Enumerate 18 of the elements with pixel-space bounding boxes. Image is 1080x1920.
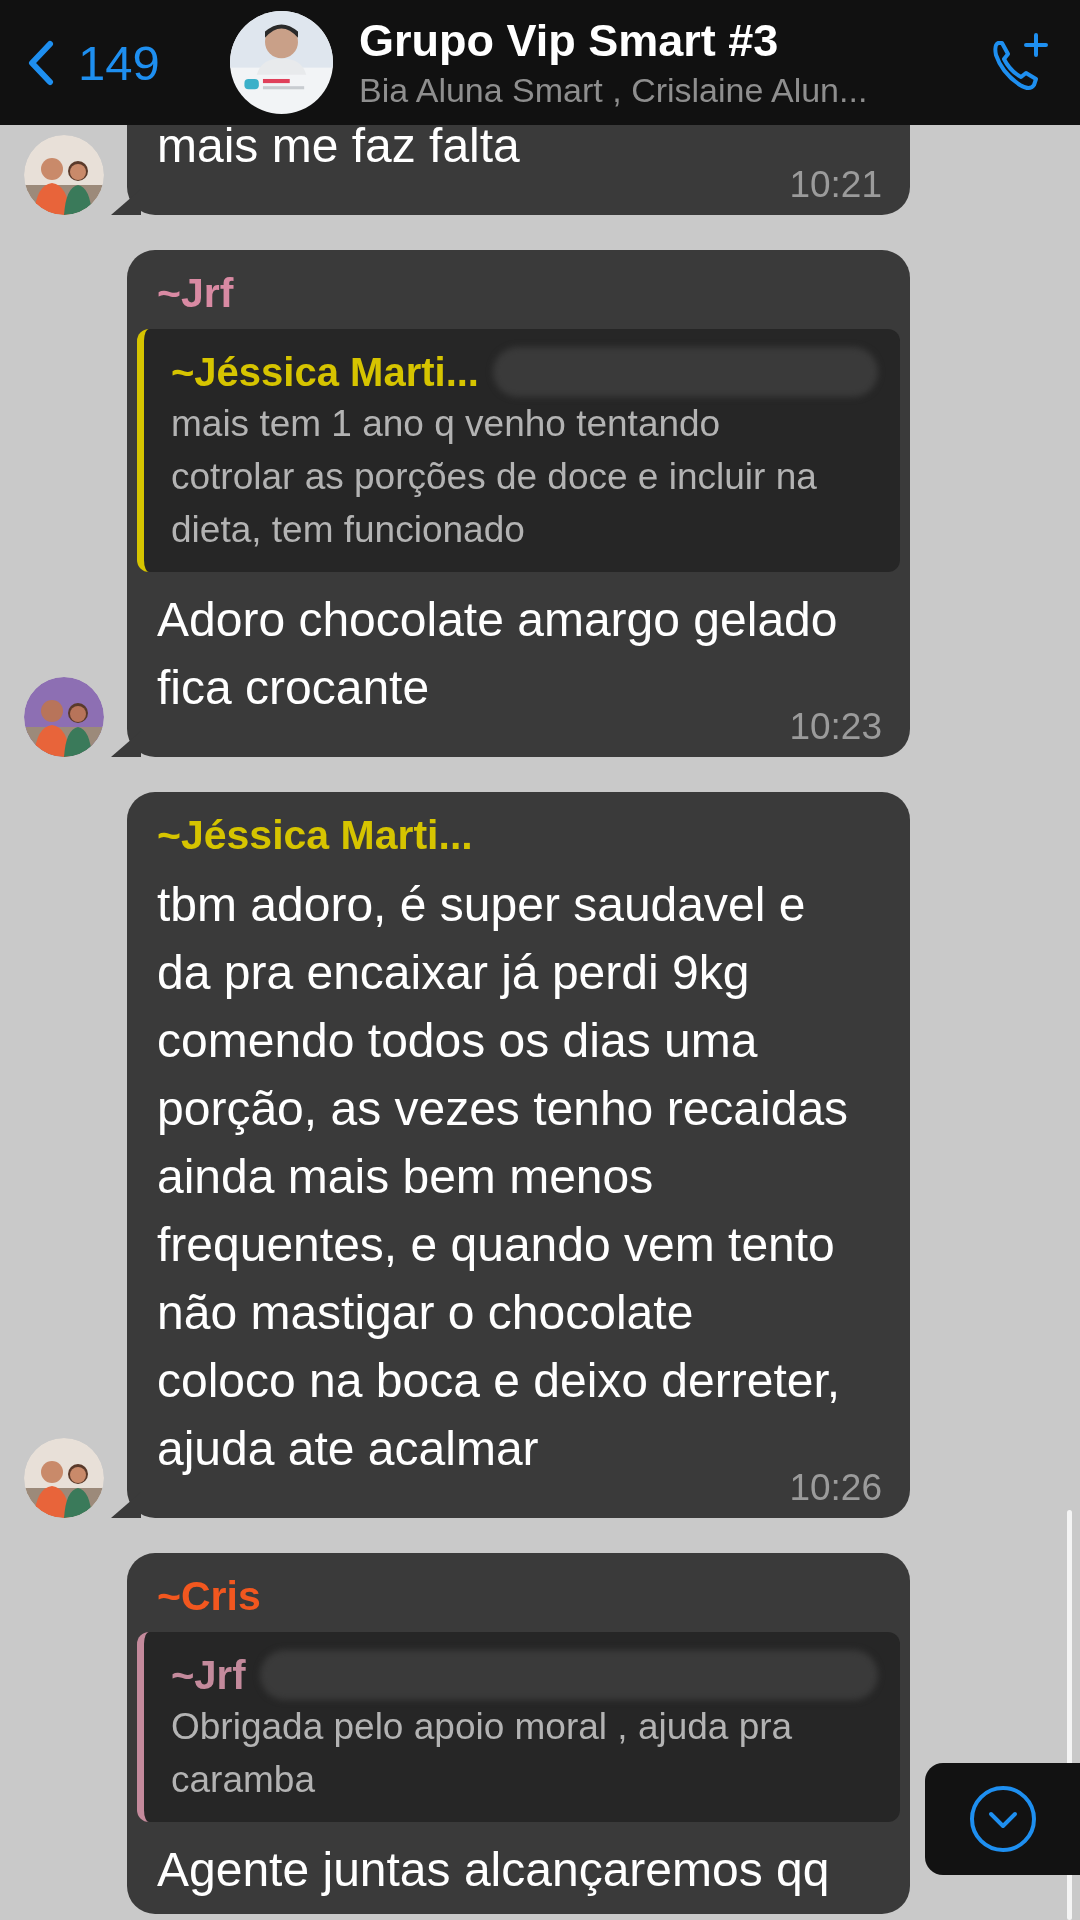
message-time: 10:21 [789, 166, 882, 203]
participants-text: Bia Aluna Smart , Crislaine Alun... [359, 71, 869, 110]
message-text: Agente juntas alcançaremos qq [157, 1842, 830, 1898]
scroll-down-button[interactable] [925, 1763, 1080, 1875]
chat-title: Grupo Vip Smart #3 [359, 15, 780, 67]
quoted-sender: ~Jrf [171, 1652, 246, 1698]
quoted-message[interactable]: ~Jéssica Marti... mais tem 1 ano q venho tentando cotrolar as porções de doce e incluir na dieta, tem funcionado [137, 329, 900, 572]
quoted-text: Obrigada pelo apoio moral , ajuda pra caramba [171, 1705, 793, 1802]
quoted-sender: ~Jéssica Marti... [171, 349, 479, 395]
back-icon [28, 39, 54, 86]
quoted-message[interactable]: ~Jrf Obrigada pelo apoio moral , ajuda pra caramba [137, 1632, 900, 1822]
chevron-down-icon [968, 1785, 1037, 1853]
sender-name: ~Jrf [157, 270, 234, 317]
back-button[interactable]: 149 [28, 34, 204, 91]
message-text: mais me faz falta [157, 118, 520, 174]
sender-name: ~Jéssica Marti... [157, 812, 473, 859]
sender-name: ~Cris [157, 1573, 261, 1620]
quoted-text: mais tem 1 ano q venho tentando cotrolar as porções de doce e incluir na dieta, tem funcionado [171, 402, 817, 552]
